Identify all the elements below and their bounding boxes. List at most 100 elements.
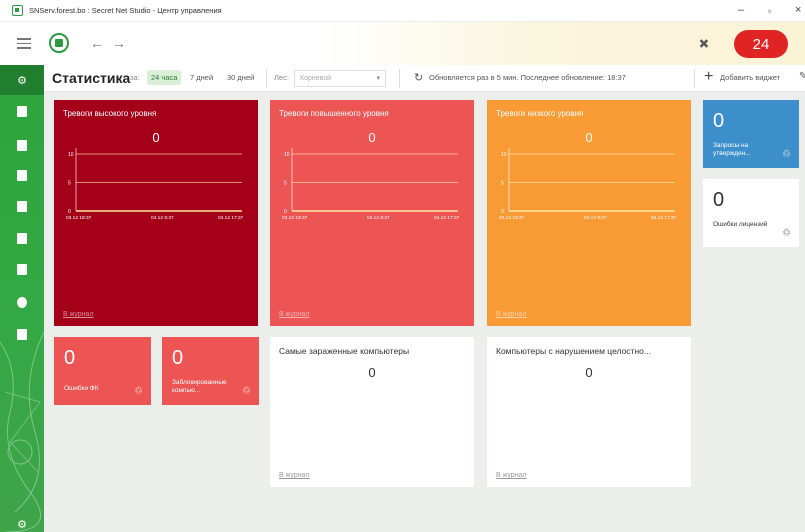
range-7d-button[interactable]: 7 дней	[190, 73, 213, 82]
forest-select[interactable]: Корневой ▾	[294, 70, 386, 87]
sidebar-item-computers[interactable]	[15, 168, 29, 182]
dashboard-area: Тревоги высокого уровня 0 10 5 0 03.12 18:3…	[44, 92, 805, 532]
range-24h-button[interactable]: 24 часа	[147, 70, 182, 85]
sidebar-item-settings[interactable]: ⚙	[15, 517, 29, 531]
y-tick-label: 0	[501, 209, 504, 215]
widget-title: Компьютеры с нарушением целостно...	[496, 346, 651, 356]
sidebar-item-policies[interactable]	[15, 199, 29, 213]
sidebar-item-journal[interactable]	[15, 231, 29, 245]
journal-link[interactable]: В журнал	[63, 311, 94, 318]
journal-link[interactable]: В журнал	[279, 472, 310, 479]
widget-label: Заблокированные компью...	[172, 379, 227, 394]
journal-link[interactable]: В журнал	[496, 311, 527, 318]
range-30d-button[interactable]: 30 дней	[227, 73, 254, 82]
license-errors-widget[interactable]: 0 Ошибки лицензий ♲	[703, 179, 799, 247]
x-tick-label: 04.12 6:37	[367, 215, 390, 221]
sidebar-item-documents[interactable]	[15, 327, 29, 341]
widget-title: Самые зараженные компьютеры	[279, 346, 410, 356]
y-tick-label: 0	[68, 209, 71, 215]
pin-icon[interactable]: ✚	[694, 34, 713, 53]
sidebar-item-network[interactable]	[15, 295, 29, 309]
add-widget-plus-icon[interactable]: +	[704, 68, 713, 86]
y-tick-label: 10	[68, 152, 74, 158]
y-tick-label: 10	[501, 152, 507, 158]
network-icon: ♲	[782, 228, 791, 239]
back-arrow-icon[interactable]: ←	[90, 35, 104, 51]
sidebar-item-reports[interactable]	[15, 138, 29, 152]
app-icon	[12, 5, 23, 16]
window-titlebar: SNServ.forest.bo : Secret Net Studio - Ц…	[0, 0, 805, 22]
widget-value: 0	[713, 110, 725, 132]
most-infected-widget[interactable]: Самые зараженные компьютеры 0 В журнал	[270, 337, 474, 487]
widget-value: 0	[64, 347, 76, 369]
journal-link[interactable]: В журнал	[279, 311, 310, 318]
edit-icon[interactable]: ✎	[799, 71, 805, 82]
network-icon: ♲	[782, 149, 791, 160]
document-icon	[17, 328, 27, 340]
divider	[266, 69, 267, 88]
add-widget-button[interactable]: Добавить виджет	[720, 73, 780, 82]
alerts-line-chart: 10 5 003.12 18:37 04.12 6:37 04.12 17:37	[66, 148, 244, 221]
hamburger-menu-icon[interactable]	[17, 38, 31, 49]
sidebar-decoration	[0, 331, 44, 532]
divider	[694, 69, 695, 88]
period-label: за:	[130, 73, 140, 82]
sidebar-item-dashboard[interactable]: ⚙	[0, 65, 44, 95]
x-tick-label: 04.12 17:37	[651, 215, 677, 221]
fk-errors-widget[interactable]: 0 Ошибки ФК ♲	[54, 337, 151, 405]
restore-button[interactable]: ▫	[768, 6, 771, 16]
close-button[interactable]: ×	[795, 4, 801, 16]
forward-arrow-icon[interactable]: →	[112, 35, 126, 51]
x-tick-label: 04.12 6:37	[151, 215, 174, 221]
widget-value: 0	[585, 365, 593, 380]
x-tick-label: 03.12 18:37	[66, 215, 92, 221]
low-alerts-widget[interactable]: Тревоги низкого уровня 0 10 5 0 03.12 18:37…	[487, 100, 691, 326]
app-logo-icon[interactable]	[49, 33, 69, 53]
chevron-down-icon: ▾	[376, 75, 380, 82]
high-alerts-widget[interactable]: Тревоги высокого уровня 0 10 5 0 03.12 18:3…	[54, 100, 258, 326]
blocked-computers-widget[interactable]: 0 Заблокированные компью... ♲	[162, 337, 259, 405]
x-tick-label: 04.12 6:37	[584, 215, 607, 221]
y-tick-label: 10	[284, 152, 290, 158]
widget-value: 0	[368, 365, 376, 380]
widget-value: 0	[172, 347, 184, 369]
notification-badge[interactable]: 24	[734, 30, 788, 58]
journal-icon	[17, 232, 27, 244]
x-tick-label: 04.12 17:37	[218, 215, 244, 221]
page-title: Статистика	[52, 70, 131, 86]
top-navbar: ← → ✚ 24	[0, 22, 805, 65]
widget-label: Ошибки ФК	[64, 385, 99, 392]
divider	[399, 69, 400, 88]
dashboard-icon: ⚙	[17, 74, 27, 87]
sidebar: ⚙ ⚙	[0, 65, 44, 532]
integrity-violation-widget[interactable]: Компьютеры с нарушением целостно... 0 В …	[487, 337, 691, 487]
journal-link[interactable]: В журнал	[496, 472, 527, 479]
network-icon: ♲	[134, 386, 143, 397]
archive-icon	[17, 263, 27, 275]
users-icon	[17, 105, 27, 117]
network-icon: ♲	[242, 386, 251, 397]
sidebar-item-users[interactable]	[15, 104, 29, 118]
approval-requests-widget[interactable]: 0 Запросы на утвержден... ♲	[703, 100, 799, 168]
minimize-button[interactable]: –	[738, 4, 744, 16]
window-title: SNServ.forest.bo : Secret Net Studio - Ц…	[29, 6, 222, 15]
widget-label: Запросы на утвержден...	[713, 142, 751, 157]
forest-label: Лес:	[274, 73, 289, 82]
stats-header: Статистика за: 24 часа 7 дней 30 дней Ле…	[44, 65, 805, 92]
x-tick-label: 03.12 18:37	[282, 215, 308, 221]
y-tick-label: 0	[284, 209, 287, 215]
alerts-line-chart: 10 5 003.12 18:37 04.12 6:37 04.12 17:37	[282, 148, 460, 221]
y-tick-label: 5	[68, 181, 71, 187]
network-icon	[17, 296, 27, 308]
x-tick-label: 04.12 17:37	[434, 215, 460, 221]
y-tick-label: 5	[284, 181, 287, 187]
alerts-line-chart: 10 5 003.12 18:37 04.12 6:37 04.12 17:37	[499, 148, 677, 221]
sidebar-item-archive[interactable]	[15, 262, 29, 276]
refresh-status-text: Обновляется раз в 5 мин. Последнее обнов…	[429, 73, 626, 82]
widget-value: 0	[713, 189, 725, 211]
widget-label: Ошибки лицензий	[713, 221, 768, 228]
policy-icon	[17, 200, 27, 212]
refresh-icon[interactable]: ↻	[414, 71, 423, 84]
elevated-alerts-widget[interactable]: Тревоги повышенного уровня 0 10 5 0 03.12 1…	[270, 100, 474, 326]
x-tick-label: 03.12 18:37	[499, 215, 525, 221]
